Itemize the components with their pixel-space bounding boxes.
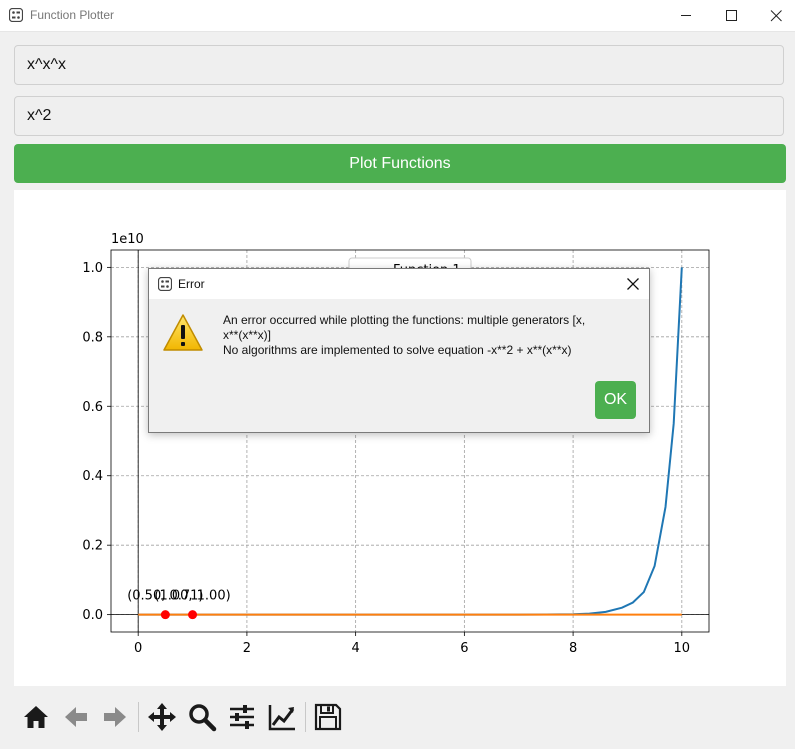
dialog-title-bar: Error [149, 269, 649, 299]
function1-value: x^x^x [27, 56, 67, 73]
x-tick-label: 10 [674, 641, 691, 656]
save-icon[interactable] [313, 702, 343, 732]
back-arrow-icon[interactable] [61, 702, 91, 732]
edit-axes-icon[interactable] [267, 702, 297, 732]
y-tick-label: 0.6 [82, 400, 103, 415]
dialog-message: An error occurred while plotting the fun… [223, 313, 586, 357]
error-dialog: Error An error occurred while plotting t… [148, 268, 650, 433]
plot-functions-button[interactable]: Plot Functions [14, 144, 786, 183]
app-icon [158, 277, 172, 291]
intersection-point [160, 610, 170, 620]
app-icon [9, 8, 23, 22]
maximize-button[interactable] [708, 0, 754, 31]
toolbar-separator [138, 702, 139, 732]
plot-canvas[interactable]: 0 2 4 6 8 10 0.0 0.2 0.4 0.6 0.8 1.0 (0.50, 0.71) (1.… [14, 190, 786, 686]
minimize-icon [681, 15, 691, 16]
x-tick-label: 8 [569, 641, 577, 656]
y-tick-label: 0.0 [82, 608, 103, 623]
x-tick-label: 0 [134, 641, 142, 656]
function1-input[interactable]: x^x^x [14, 45, 784, 85]
y-tick-label: 1.0 [82, 261, 103, 276]
close-icon [770, 10, 782, 22]
toolbar-separator [305, 702, 306, 732]
home-icon[interactable] [21, 702, 51, 732]
navigation-toolbar [14, 690, 786, 745]
x-tick-label: 4 [351, 641, 359, 656]
close-window-button[interactable] [753, 0, 795, 31]
intersection-point [188, 610, 198, 620]
close-icon[interactable] [625, 276, 641, 292]
zoom-icon[interactable] [187, 702, 217, 732]
y-tick-label: 0.8 [82, 330, 103, 345]
configure-subplots-icon[interactable] [227, 702, 257, 732]
function2-input[interactable]: x^2 [14, 96, 784, 136]
x-tick-label: 6 [460, 641, 468, 656]
maximize-icon [726, 10, 737, 21]
forward-arrow-icon[interactable] [100, 702, 130, 732]
y-scale-label: 1e10 [111, 232, 144, 247]
x-tick-label: 2 [243, 641, 251, 656]
y-tick-label: 0.2 [82, 539, 103, 554]
window-title: Function Plotter [30, 8, 115, 22]
pan-icon[interactable] [147, 702, 177, 732]
chart: 0 2 4 6 8 100.00.20.40.60.81.0(0.50, 0.71)(1.… [82, 232, 710, 656]
point-label: (1.00, 1.00) [154, 589, 230, 604]
warning-icon [163, 314, 203, 351]
window-title-bar: Function Plotter [0, 0, 795, 32]
minimize-button[interactable] [663, 0, 709, 31]
ok-button[interactable]: OK [595, 381, 636, 419]
function2-value: x^2 [27, 107, 52, 124]
dialog-title: Error [178, 277, 205, 291]
y-tick-label: 0.4 [82, 469, 103, 484]
